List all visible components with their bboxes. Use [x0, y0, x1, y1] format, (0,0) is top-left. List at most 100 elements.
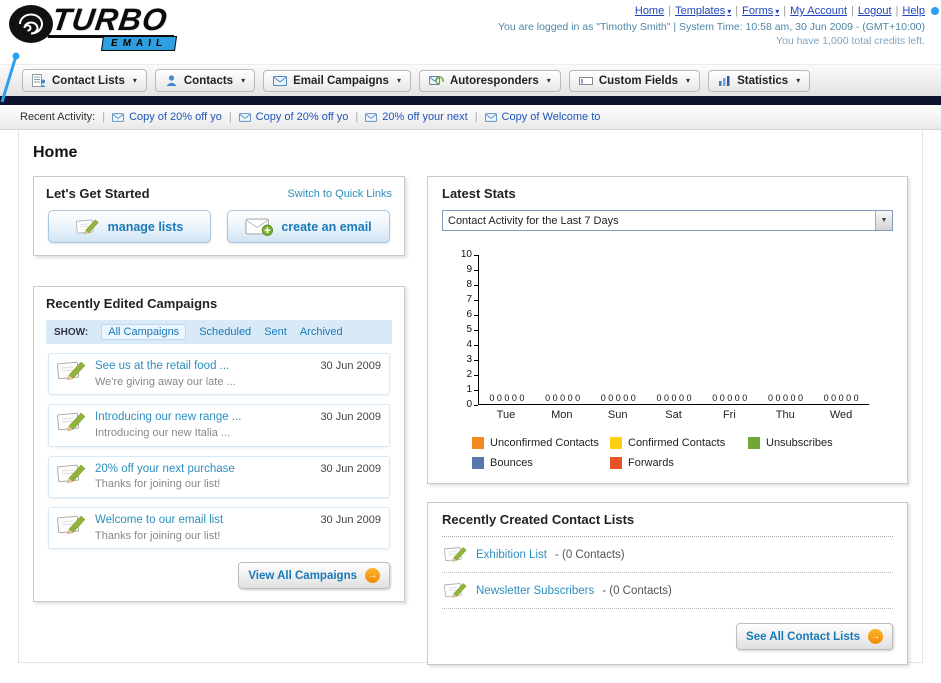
tab-contact-lists[interactable]: Contact Lists ▾ — [22, 69, 147, 92]
logo-text: TURBO EMAIL — [47, 2, 179, 51]
tab-contacts[interactable]: Contacts ▾ — [154, 69, 256, 92]
filter-scheduled[interactable]: Scheduled — [199, 326, 251, 338]
campaign-title-link[interactable]: 20% off your next purchase — [95, 462, 235, 478]
pencil-paper-icon — [57, 361, 86, 381]
campaign-filter-bar: SHOW: All Campaigns Scheduled Sent Archi… — [46, 320, 392, 344]
stats-period-value: Contact Activity for the Last 7 Days — [448, 214, 619, 227]
filter-archived[interactable]: Archived — [300, 326, 343, 338]
envelope-plus-icon — [245, 218, 274, 236]
caret-down-icon: ▾ — [796, 76, 801, 85]
main-content: Home Let's Get Started Switch to Quick L… — [18, 130, 923, 665]
tab-label: Email Campaigns — [293, 74, 389, 87]
legend-item: Unconfirmed Contacts — [472, 437, 610, 449]
header: TURBO EMAIL Home | Templates ▾ | Forms ▾ | My Ac… — [0, 0, 941, 103]
activity-separator: | — [228, 111, 232, 123]
filter-all-campaigns[interactable]: All Campaigns — [101, 324, 187, 340]
get-started-panel: Let's Get Started Switch to Quick Links … — [33, 176, 405, 256]
link-logout[interactable]: Logout — [858, 5, 892, 17]
chart-x-label: Mon — [551, 409, 573, 421]
legend-swatch — [610, 437, 622, 449]
pencil-paper-icon — [57, 515, 86, 535]
chart-x-label: Sat — [665, 409, 682, 421]
caret-down-icon: ▾ — [396, 76, 401, 85]
campaign-row: 20% off your next purchase Thanks for jo… — [48, 455, 390, 499]
recent-activity-item[interactable]: Copy of Welcome to — [484, 111, 600, 123]
contact-list-item: Exhibition List - (0 Contacts) — [442, 537, 893, 573]
pencil-paper-icon — [444, 583, 467, 598]
create-email-button[interactable]: create an email — [227, 210, 390, 243]
filter-sent[interactable]: Sent — [264, 326, 287, 338]
see-all-contact-lists-button[interactable]: See All Contact Lists → — [736, 623, 893, 650]
stats-period-select[interactable]: Contact Activity for the Last 7 Days ▼ — [442, 210, 893, 231]
campaign-row: See us at the retail food ... We're givi… — [48, 353, 390, 396]
top-nav-links: Home | Templates ▾ | Forms ▾ | My Account | Logout… — [498, 5, 925, 17]
switch-quick-links-link[interactable]: Switch to Quick Links — [287, 188, 392, 200]
link-templates-label: Templates — [675, 5, 726, 17]
contact-lists-icon — [32, 74, 46, 87]
tab-statistics[interactable]: Statistics ▾ — [708, 69, 811, 92]
legend-item: Bounces — [472, 457, 610, 469]
chart-groups: 0 0 0 0 0 0 0 0 0 0 0 0 0 0 0 0 0 0 0 0 0 0 … — [479, 393, 869, 404]
caret-down-icon: ▾ — [775, 7, 780, 16]
chart-value-labels: 0 0 0 0 0 — [767, 393, 803, 403]
caret-down-icon: ▾ — [132, 76, 137, 85]
link-home[interactable]: Home — [635, 5, 664, 17]
campaign-title-link[interactable]: Introducing our new range ... — [95, 410, 241, 426]
recent-activity-item[interactable]: Copy of 20% off yo — [238, 111, 349, 123]
recent-activity-bar: Recent Activity: | Copy of 20% off yo | … — [0, 105, 941, 130]
link-help[interactable]: Help — [902, 5, 925, 17]
link-templates[interactable]: Templates ▾ — [675, 5, 731, 17]
manage-lists-button[interactable]: manage lists — [48, 210, 211, 243]
arrow-right-icon: → — [365, 568, 380, 584]
tab-autoresponders[interactable]: Autoresponders ▾ — [418, 69, 561, 92]
arrow-right-icon: → — [868, 629, 883, 644]
chart-x-label: Sun — [607, 409, 628, 421]
legend-swatch — [610, 457, 622, 469]
chart-value-labels: 0 0 0 0 0 — [489, 393, 525, 403]
logo-antenna-decoration — [0, 52, 20, 103]
recent-activity-item[interactable]: Copy of 20% off yo — [112, 111, 222, 123]
see-all-contact-lists-label: See All Contact Lists — [746, 630, 860, 643]
link-my-account[interactable]: My Account — [790, 5, 847, 17]
campaign-title-link[interactable]: See us at the retail food ... — [95, 359, 236, 375]
activity-item-label: Copy of 20% off yo — [255, 111, 349, 123]
autoresponders-icon — [428, 76, 444, 85]
envelope-icon — [365, 112, 378, 122]
main-navbar: Contact Lists ▾ Contacts ▾ Email Campaig… — [0, 64, 941, 96]
corner-dot-decoration — [931, 7, 939, 15]
view-all-campaigns-button[interactable]: View All Campaigns → — [238, 562, 390, 590]
legend-item: Unsubscribes — [748, 437, 886, 449]
legend-item: Forwards — [610, 457, 748, 469]
link-separator: | — [668, 5, 672, 17]
tab-custom-fields[interactable]: Custom Fields ▾ — [568, 69, 701, 92]
chart-x-label: Tue — [496, 409, 516, 421]
chart-x-labels: Tue Mon Sun Sat Fri Thu Wed — [478, 409, 869, 421]
select-caret-icon: ▼ — [875, 211, 892, 230]
right-column: Latest Stats Contact Activity for the La… — [427, 176, 908, 665]
link-separator: | — [735, 5, 739, 17]
chart-y-axis: 10 9 8 7 6 5 4 3 2 1 0 — [452, 250, 478, 410]
campaign-title-link[interactable]: Welcome to our email list — [95, 513, 223, 529]
tab-email-campaigns[interactable]: Email Campaigns ▾ — [263, 69, 411, 92]
latest-stats-panel: Latest Stats Contact Activity for the La… — [427, 176, 908, 484]
pencil-paper-icon — [57, 413, 86, 432]
link-forms[interactable]: Forms ▾ — [742, 5, 779, 17]
chart-value-labels: 0 0 0 0 0 — [823, 393, 859, 403]
contact-list-item: Newsletter Subscribers - (0 Contacts) — [442, 573, 893, 609]
credits-info: You have 1,000 total credits left. — [775, 35, 925, 47]
campaign-subtitle: Thanks for joining our list! — [95, 478, 221, 491]
contact-list-link[interactable]: Exhibition List — [476, 549, 547, 561]
recent-activity-item[interactable]: 20% off your next — [365, 111, 468, 123]
page-title: Home — [33, 144, 78, 161]
contact-list-link[interactable]: Newsletter Subscribers — [476, 585, 594, 597]
envelope-icon — [484, 112, 497, 122]
chart-value-labels: 0 0 0 0 0 — [656, 393, 692, 403]
recent-campaigns-panel: Recently Edited Campaigns SHOW: All Camp… — [33, 286, 405, 603]
campaign-date: 30 Jun 2009 — [320, 514, 381, 527]
activity-separator: | — [102, 111, 106, 123]
legend-label: Forwards — [628, 457, 674, 469]
app-logo[interactable]: TURBO EMAIL — [8, 2, 179, 51]
envelope-icon — [112, 112, 125, 122]
statistics-icon — [719, 75, 730, 86]
caret-down-icon: ▾ — [546, 76, 551, 85]
